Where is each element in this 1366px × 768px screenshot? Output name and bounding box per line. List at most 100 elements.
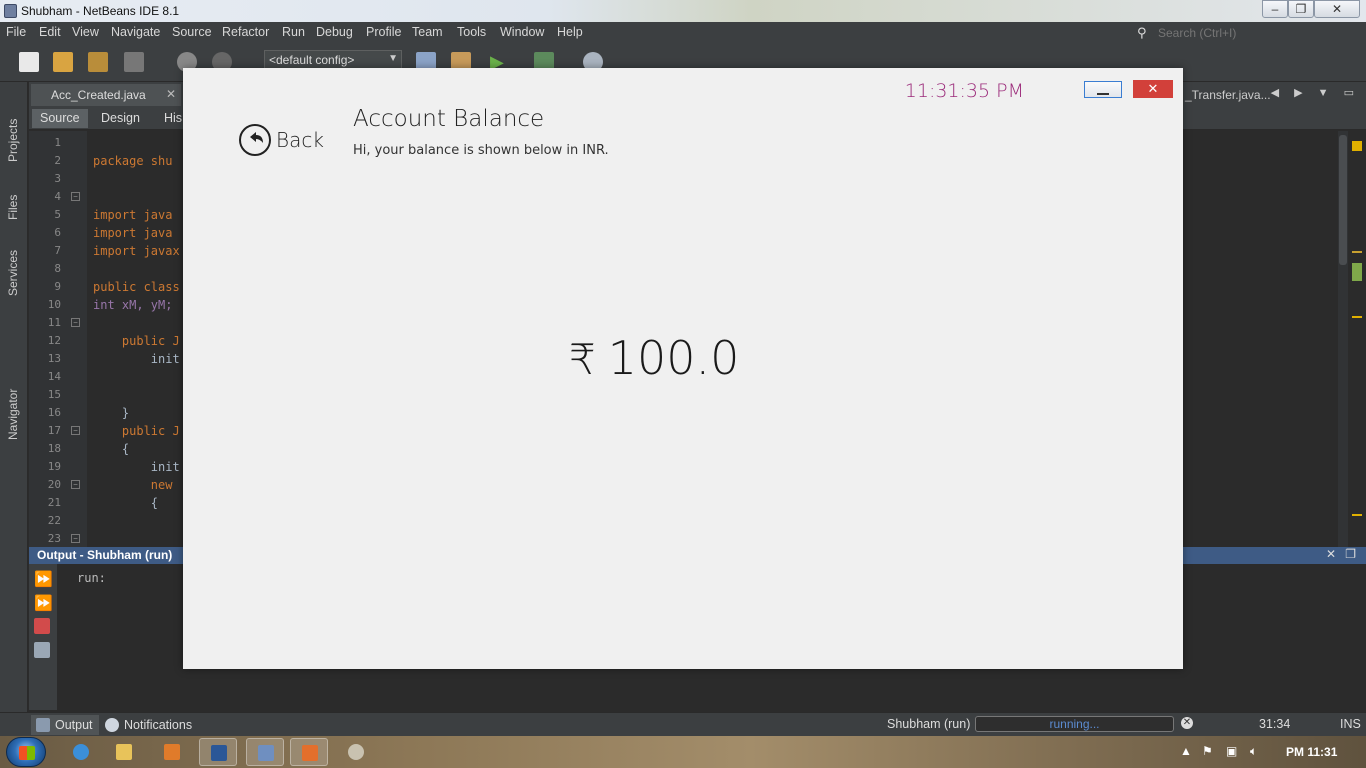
close-icon[interactable]: ✕ (1326, 547, 1336, 561)
code-line[interactable]: } (93, 406, 129, 420)
java-icon (302, 745, 318, 761)
line-number: 9 (54, 280, 61, 293)
quick-search-input[interactable] (1158, 24, 1358, 42)
rerun-different-icon[interactable]: ⏩ (34, 594, 53, 612)
tab-services[interactable]: Services (6, 250, 20, 296)
annotation-marker[interactable] (1352, 316, 1362, 318)
notifications-tab[interactable]: Notifications (100, 715, 198, 735)
code-line[interactable]: import javax (93, 244, 180, 258)
code-line[interactable]: public class (93, 280, 180, 294)
windows-logo-icon (19, 746, 35, 760)
settings-icon[interactable] (34, 642, 50, 658)
tab-projects[interactable]: Projects (6, 119, 20, 162)
caret-position: 31:34 (1259, 717, 1291, 731)
window-close-button[interactable]: ✕ (1314, 0, 1360, 18)
rerun-icon[interactable]: ⏩ (34, 570, 53, 588)
taskbar-ie[interactable] (62, 738, 100, 766)
show-hidden-icons-icon[interactable]: ▲ (1180, 744, 1192, 758)
menu-tools[interactable]: Tools (457, 25, 486, 39)
dialog-close-button[interactable]: ✕ (1133, 80, 1173, 98)
editor-tab-label: _Transfer.java... (1185, 88, 1271, 102)
code-line[interactable]: import java (93, 226, 172, 240)
window-minimize-button[interactable]: – (1262, 0, 1288, 18)
menu-file[interactable]: File (6, 25, 26, 39)
task-progress-bar[interactable]: running... (975, 716, 1174, 732)
open-project-icon[interactable] (88, 52, 108, 72)
fold-toggle-icon[interactable]: − (71, 318, 80, 327)
menu-source[interactable]: Source (172, 25, 212, 39)
config-select[interactable]: <default config> ▼ (264, 50, 402, 70)
restore-icon[interactable]: ❐ (1345, 547, 1356, 561)
console-text: run: (77, 571, 106, 585)
balance-value: 100.0 (607, 331, 740, 385)
taskbar-media-player[interactable] (153, 738, 191, 766)
code-line[interactable]: init (93, 460, 180, 474)
cancel-task-icon[interactable]: ✕ (1181, 717, 1193, 729)
code-line[interactable]: new (93, 478, 180, 492)
annotation-marker[interactable] (1352, 263, 1362, 281)
code-line[interactable]: import java (93, 208, 172, 222)
tab-scroll-arrows-icon[interactable]: ◀ ▶ ▼ ▭ (1271, 86, 1360, 99)
tab-files[interactable]: Files (6, 195, 20, 220)
dialog-minimize-button[interactable] (1084, 81, 1122, 98)
menu-navigate[interactable]: Navigate (111, 25, 160, 39)
annotation-marker[interactable] (1352, 514, 1362, 516)
annotation-marker[interactable] (1352, 251, 1362, 253)
code-line[interactable]: public J (93, 334, 180, 348)
window-title-bar: Shubham - NetBeans IDE 8.1 – ❐ ✕ (0, 0, 1366, 22)
view-design-button[interactable]: Design (93, 109, 148, 128)
window-maximize-button[interactable]: ❐ (1288, 0, 1314, 18)
taskbar-java[interactable] (290, 738, 328, 766)
code-line[interactable]: int xM, yM; (93, 298, 172, 312)
editor-tab-acc-created[interactable]: Acc_Created.java ✕ (31, 84, 181, 106)
back-button[interactable]: Back (239, 124, 324, 156)
info-icon (105, 718, 119, 732)
taskbar-paint[interactable] (337, 738, 375, 766)
running-task-label: Shubham (run) (887, 717, 971, 731)
taskbar-word[interactable] (199, 738, 237, 766)
currency-symbol: ₹ (569, 335, 596, 384)
output-tab[interactable]: Output (31, 715, 99, 735)
output-title: Output - Shubham (run) (37, 548, 173, 562)
tab-navigator[interactable]: Navigator (6, 389, 20, 440)
scrollbar-thumb[interactable] (1339, 135, 1347, 265)
menu-window[interactable]: Window (500, 25, 544, 39)
code-line[interactable]: { (93, 496, 158, 510)
fold-toggle-icon[interactable]: − (71, 426, 80, 435)
menu-edit[interactable]: Edit (39, 25, 61, 39)
action-center-flag-icon[interactable]: ⚑ (1202, 744, 1213, 758)
fold-toggle-icon[interactable]: − (71, 480, 80, 489)
menu-profile[interactable]: Profile (366, 25, 401, 39)
windows-taskbar: ▲ ⚑ ▣ 🔈︎ PM 11:31 (0, 736, 1366, 768)
code-line[interactable]: init (93, 352, 180, 366)
new-project-icon[interactable] (53, 52, 73, 72)
code-line[interactable]: package shu (93, 154, 172, 168)
line-number: 7 (54, 244, 61, 257)
account-balance-window: 11:31:35 PM ✕ Back Account Balance Hi, y… (183, 68, 1183, 669)
line-number: 23 (47, 532, 61, 545)
menu-run[interactable]: Run (282, 25, 305, 39)
media-player-icon (164, 744, 180, 760)
warning-marker[interactable] (1352, 141, 1362, 151)
volume-icon[interactable]: 🔈︎ (1250, 744, 1257, 759)
new-file-icon[interactable] (19, 52, 39, 72)
code-line[interactable]: public J (93, 424, 180, 438)
view-source-button[interactable]: Source (32, 109, 88, 128)
menu-refactor[interactable]: Refactor (222, 25, 269, 39)
menu-help[interactable]: Help (557, 25, 583, 39)
close-icon[interactable]: ✕ (166, 87, 176, 101)
start-button[interactable] (6, 737, 46, 767)
taskbar-explorer[interactable] (105, 738, 143, 766)
stop-icon[interactable] (34, 618, 50, 634)
menu-debug[interactable]: Debug (316, 25, 353, 39)
menu-team[interactable]: Team (412, 25, 443, 39)
save-all-icon[interactable] (124, 52, 144, 72)
network-icon[interactable]: ▣ (1226, 744, 1237, 758)
fold-toggle-icon[interactable]: − (71, 192, 80, 201)
menu-view[interactable]: View (72, 25, 99, 39)
editor-vertical-scrollbar[interactable] (1338, 131, 1348, 547)
code-line[interactable]: { (93, 442, 129, 456)
fold-toggle-icon[interactable]: − (71, 534, 80, 543)
taskbar-clock[interactable]: PM 11:31 (1286, 745, 1337, 759)
taskbar-netbeans[interactable] (246, 738, 284, 766)
